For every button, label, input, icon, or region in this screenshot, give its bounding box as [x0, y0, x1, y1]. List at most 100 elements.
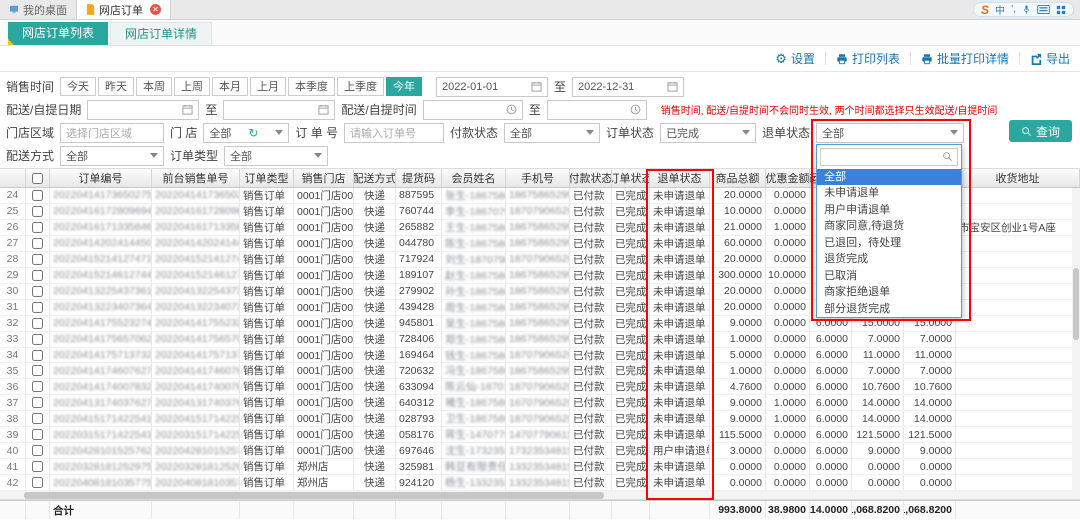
- delivery-method-select[interactable]: 全部: [60, 146, 164, 166]
- store-area-input[interactable]: 选择门店区域: [60, 123, 164, 143]
- table-row[interactable]: 4120220328181252975020220328181252975001…: [0, 459, 1080, 475]
- table-row[interactable]: 4020220428101525762520220428101525762501…: [0, 443, 1080, 459]
- row-checkbox[interactable]: [32, 381, 43, 392]
- row-checkbox[interactable]: [32, 270, 43, 281]
- table-row[interactable]: 3320220414175657062520220414175657062501…: [0, 332, 1080, 348]
- row-checkbox[interactable]: [32, 397, 43, 408]
- period-button[interactable]: 今年: [386, 77, 422, 96]
- cell-code: 028793: [396, 411, 442, 426]
- row-checkbox[interactable]: [32, 302, 43, 313]
- refund-status-select[interactable]: 全部: [816, 123, 964, 143]
- row-checkbox[interactable]: [32, 350, 43, 361]
- dropdown-search-input[interactable]: [820, 148, 958, 166]
- dropdown-option[interactable]: 用户申请退单: [817, 202, 961, 219]
- tab-my-desktop[interactable]: 我的桌面: [0, 0, 76, 19]
- table-row[interactable]: 3820220415171422541820220415171422541801…: [0, 411, 1080, 427]
- vertical-scrollbar-thumb[interactable]: [1073, 268, 1079, 340]
- row-checkbox[interactable]: [32, 206, 43, 217]
- total-cell-dlv: [354, 501, 396, 519]
- table-row[interactable]: 4220220408181035775320220408181035775301…: [0, 475, 1080, 491]
- vertical-scrollbar[interactable]: [1072, 188, 1080, 491]
- period-button[interactable]: 本季度: [288, 77, 335, 96]
- microphone-icon[interactable]: [1022, 4, 1031, 15]
- row-checkbox[interactable]: [32, 190, 43, 201]
- delivery-time-label: 配送/自提时间: [341, 101, 416, 118]
- cell-order: 202204141756570625: [50, 332, 152, 347]
- tab-order-detail[interactable]: 网店订单详情: [110, 22, 212, 45]
- horizontal-scrollbar[interactable]: [0, 491, 1080, 500]
- delivery-date-to-input[interactable]: [223, 100, 335, 120]
- row-checkbox[interactable]: [32, 413, 43, 424]
- ime-punctuation-icon[interactable]: ’,: [1011, 4, 1016, 15]
- row-checkbox[interactable]: [32, 445, 43, 456]
- cell-dlv: 快递: [354, 459, 396, 474]
- period-button[interactable]: 今天: [60, 77, 96, 96]
- table-row[interactable]: 3920220315171422543420220315171422543401…: [0, 427, 1080, 443]
- keyboard-icon[interactable]: [1037, 5, 1050, 14]
- period-button[interactable]: 上周: [174, 77, 210, 96]
- dropdown-option[interactable]: 全部: [817, 169, 961, 186]
- dropdown-option[interactable]: 商家同意,待退货: [817, 218, 961, 235]
- settings-button[interactable]: ⚙ 设置: [775, 50, 815, 67]
- dropdown-option[interactable]: 退货完成: [817, 251, 961, 268]
- dropdown-option[interactable]: 商家拒绝退单: [817, 284, 961, 301]
- tab-order-list[interactable]: 网店订单列表: [8, 22, 108, 45]
- table-row[interactable]: 3620220414174007832720220414174007832701…: [0, 379, 1080, 395]
- sogou-logo-icon[interactable]: S: [981, 3, 989, 17]
- refresh-icon[interactable]: ↻: [248, 126, 258, 140]
- order-status-label: 订单状态: [606, 124, 654, 141]
- sales-date-to-input[interactable]: 2022-12-31: [572, 77, 684, 97]
- dropdown-option[interactable]: 已取消: [817, 268, 961, 285]
- row-checkbox[interactable]: [32, 477, 43, 488]
- order-status-select[interactable]: 已完成: [660, 123, 756, 143]
- cell-sale: 20220415214612744101: [152, 268, 240, 283]
- total-cell-ship: 114.0000: [810, 501, 852, 519]
- period-button[interactable]: 昨天: [98, 77, 134, 96]
- period-button[interactable]: 本月: [212, 77, 248, 96]
- delivery-time-to-input[interactable]: [547, 100, 647, 120]
- row-checkbox[interactable]: [32, 238, 43, 249]
- order-no-input[interactable]: 请输入订单号: [344, 123, 444, 143]
- row-checkbox[interactable]: [32, 286, 43, 297]
- row-checkbox[interactable]: [32, 222, 43, 233]
- horizontal-scrollbar-thumb[interactable]: [24, 492, 604, 499]
- period-button[interactable]: 上月: [250, 77, 286, 96]
- cell-num: 34: [0, 348, 26, 363]
- table-row[interactable]: 3720220413174037627420220413174037627401…: [0, 395, 1080, 411]
- toolbox-icon[interactable]: [1056, 5, 1066, 15]
- table-row[interactable]: 3220220414175523274820220414175523274801…: [0, 316, 1080, 332]
- dropdown-option[interactable]: 已退回，待处理: [817, 235, 961, 252]
- cell-addr: [956, 427, 1080, 442]
- table-row[interactable]: 3420220414175713732720220414175713732701…: [0, 348, 1080, 364]
- row-checkbox[interactable]: [32, 365, 43, 376]
- row-checkbox[interactable]: [32, 318, 43, 329]
- period-button[interactable]: 上季度: [337, 77, 384, 96]
- dropdown-option[interactable]: 部分退货完成: [817, 301, 961, 318]
- delivery-date-from-input[interactable]: [87, 100, 199, 120]
- row-checkbox[interactable]: [32, 254, 43, 265]
- sales-date-from-input[interactable]: 2022-01-01: [436, 77, 548, 97]
- dropdown-option[interactable]: 未申请退单: [817, 185, 961, 202]
- row-checkbox[interactable]: [32, 461, 43, 472]
- table-row[interactable]: 3520220414174607627420220414174607627401…: [0, 363, 1080, 379]
- store-select[interactable]: 全部 ↻: [203, 123, 289, 143]
- total-cell-code: [396, 501, 442, 519]
- tab-online-orders[interactable]: 网店订单 ✕: [76, 0, 171, 19]
- pay-status-select[interactable]: 全部: [504, 123, 600, 143]
- select-all-checkbox[interactable]: [32, 173, 43, 184]
- row-checkbox[interactable]: [32, 334, 43, 345]
- export-button[interactable]: 导出: [1030, 50, 1070, 67]
- cell-goods: 9.0000: [710, 411, 766, 426]
- batch-print-button[interactable]: 批量打印详情: [921, 50, 1009, 67]
- print-list-button[interactable]: 打印列表: [836, 50, 900, 67]
- search-button[interactable]: 查询: [1009, 120, 1072, 142]
- row-checkbox[interactable]: [32, 429, 43, 440]
- delivery-time-from-input[interactable]: [423, 100, 523, 120]
- close-icon[interactable]: ✕: [150, 4, 161, 15]
- ime-language-icon[interactable]: 中: [995, 2, 1005, 17]
- order-type-select[interactable]: 全部: [224, 146, 328, 166]
- cell-chk: [26, 284, 50, 299]
- cell-pay: 已付款: [570, 459, 612, 474]
- ime-toolbar[interactable]: S 中 ’,: [973, 2, 1074, 17]
- period-button[interactable]: 本周: [136, 77, 172, 96]
